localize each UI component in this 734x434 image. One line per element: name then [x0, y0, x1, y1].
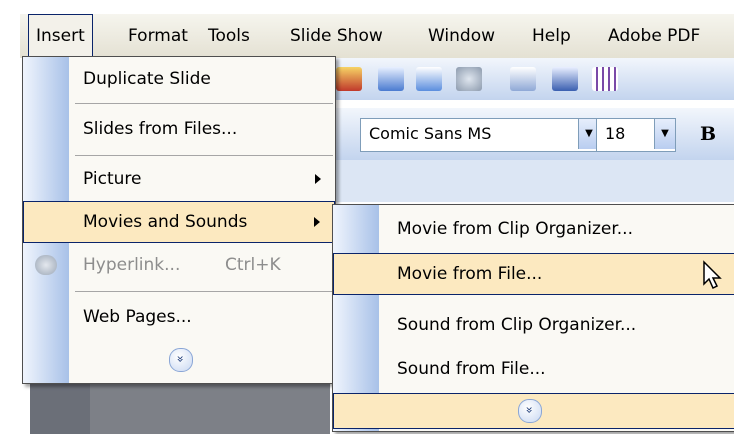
menu-item-picture[interactable]: Picture: [23, 159, 335, 199]
menu-separator: [75, 155, 333, 156]
menu-adobe-pdf[interactable]: Adobe PDF: [608, 14, 700, 58]
menu-item-label: Movie from File...: [397, 264, 543, 284]
menu-tools[interactable]: Tools: [208, 14, 250, 58]
slides-pane: [0, 238, 24, 434]
submenu-expand-bar[interactable]: »: [333, 393, 734, 429]
menu-item-hyperlink[interactable]: Hyperlink... Ctrl+K: [23, 245, 335, 285]
menu-item-label: Movie from Clip Organizer...: [397, 219, 633, 239]
table-icon[interactable]: [378, 67, 404, 91]
menu-item-label: Web Pages...: [83, 307, 192, 327]
expand-glyph: »: [174, 355, 188, 363]
formatting-toolbar: Comic Sans MS ▼ 18 ▼ B: [330, 108, 734, 160]
menu-item-sound-from-clip-organizer[interactable]: Sound from Clip Organizer...: [333, 305, 734, 345]
expand-menu-icon[interactable]: »: [169, 348, 193, 372]
expand-menu-icon[interactable]: »: [518, 399, 542, 423]
menu-item-sound-from-file[interactable]: Sound from File...: [333, 349, 734, 389]
menu-item-slides-from-files[interactable]: Slides from Files...: [23, 109, 335, 149]
insert-menu: Duplicate Slide Slides from Files... Pic…: [22, 56, 336, 384]
menu-item-label: Slides from Files...: [83, 119, 238, 139]
menu-item-duplicate-slide[interactable]: Duplicate Slide: [23, 59, 335, 99]
menu-separator: [75, 103, 333, 104]
menu-item-movies-and-sounds[interactable]: Movies and Sounds: [23, 201, 335, 243]
slide-thumbnail: [90, 380, 330, 434]
standard-toolbar: [300, 58, 734, 100]
hyperlink-icon[interactable]: [456, 67, 482, 91]
menu-bar: Insert Format Tools Slide Show Window He…: [20, 14, 734, 59]
menu-item-label: Sound from Clip Organizer...: [397, 315, 637, 335]
mouse-cursor-icon: [703, 260, 722, 290]
menu-window[interactable]: Window: [428, 14, 495, 58]
menu-item-web-pages[interactable]: Web Pages...: [23, 297, 335, 337]
font-name-value: Comic Sans MS: [369, 124, 492, 143]
menu-item-label: Movies and Sounds: [83, 212, 248, 232]
show-formatting-icon[interactable]: [552, 67, 578, 91]
submenu-arrow-icon: [314, 217, 320, 227]
menu-item-movie-from-file[interactable]: Movie from File...: [333, 253, 734, 295]
menu-item-label: Picture: [83, 169, 142, 189]
menu-item-movie-from-clip-organizer[interactable]: Movie from Clip Organizer...: [333, 209, 734, 249]
menu-item-label: Hyperlink...: [83, 255, 181, 275]
hyperlink-icon: [35, 255, 57, 275]
menu-help[interactable]: Help: [532, 14, 571, 58]
menu-slide-show[interactable]: Slide Show: [290, 14, 383, 58]
movies-and-sounds-submenu: Movie from Clip Organizer... Movie from …: [332, 204, 734, 432]
grid-icon[interactable]: [592, 67, 618, 91]
menu-insert[interactable]: Insert: [28, 14, 93, 59]
expand-glyph: »: [523, 406, 537, 414]
menu-format[interactable]: Format: [128, 14, 188, 58]
insert-object-icon[interactable]: [416, 67, 442, 91]
font-size-value: 18: [605, 124, 626, 143]
menu-item-label: Sound from File...: [397, 359, 546, 379]
menu-item-shortcut: Ctrl+K: [225, 255, 281, 275]
expand-collapse-icon[interactable]: [510, 67, 536, 91]
toolbar-band: [330, 160, 734, 202]
submenu-arrow-icon: [315, 174, 321, 184]
menu-separator: [75, 291, 333, 292]
chevron-down-icon[interactable]: ▼: [654, 119, 675, 149]
font-name-combo[interactable]: Comic Sans MS ▼: [360, 118, 600, 152]
font-size-combo[interactable]: 18 ▼: [596, 118, 676, 152]
chart-icon[interactable]: [336, 67, 362, 91]
menu-item-label: Duplicate Slide: [83, 69, 211, 89]
bold-button[interactable]: B: [700, 118, 716, 150]
